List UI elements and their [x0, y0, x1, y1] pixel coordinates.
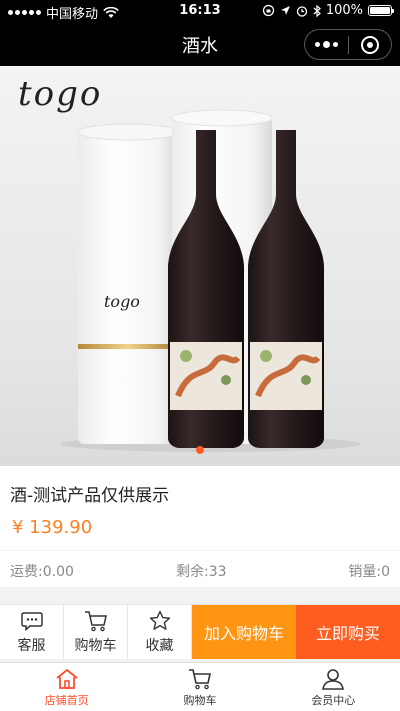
- product-info: 酒-测试产品仅供展示 ¥ 139.90: [0, 466, 400, 550]
- add-to-cart-button[interactable]: 加入购物车: [192, 605, 296, 659]
- tab-cart-label: 购物车: [183, 694, 217, 707]
- home-icon: [55, 666, 79, 692]
- favorite-button[interactable]: 收藏: [128, 605, 192, 659]
- location-icon: [280, 6, 290, 15]
- product-stats: 运费:0.00 剩余:33 销量:0: [0, 551, 400, 587]
- favorite-label: 收藏: [145, 637, 174, 654]
- star-icon: [149, 610, 171, 632]
- carousel-indicator: [0, 446, 400, 454]
- product-price: ¥ 139.90: [12, 517, 93, 538]
- tab-store-home-label: 店铺首页: [44, 694, 89, 707]
- tab-cart[interactable]: 购物车: [133, 663, 266, 711]
- cart-shortcut-button[interactable]: 购物车: [64, 605, 128, 659]
- chat-icon: [20, 610, 43, 632]
- mini-program-capsule: [304, 29, 392, 60]
- tab-store-home[interactable]: 店铺首页: [0, 663, 133, 711]
- product-photo: [60, 109, 360, 452]
- nav-bar: 酒水: [0, 22, 400, 66]
- status-right: 100%: [262, 3, 394, 18]
- sales-count: 销量:0: [348, 564, 390, 580]
- product-title: 酒-测试产品仅供展示: [10, 486, 170, 506]
- stock-remaining: 剩余:33: [176, 564, 227, 580]
- close-mini-program-button[interactable]: [348, 35, 391, 54]
- cart-icon: [84, 610, 108, 632]
- bluetooth-icon: [313, 4, 321, 17]
- purchase-action-bar: 客服 购物车 收藏 加入购物车 立即购买: [0, 604, 400, 659]
- battery-icon: [368, 5, 394, 16]
- cart-shortcut-label: 购物车: [74, 637, 117, 654]
- rotation-lock-icon: [262, 4, 274, 17]
- buy-now-button[interactable]: 立即购买: [296, 605, 400, 659]
- battery-percent: 100%: [325, 3, 363, 18]
- user-icon: [321, 666, 345, 692]
- tab-member-center[interactable]: 会员中心: [267, 663, 400, 711]
- alarm-icon: [296, 5, 307, 17]
- cart-icon: [188, 666, 212, 692]
- carousel-dot-active: [196, 446, 204, 454]
- status-bar: 中国移动 16:13 100%: [0, 0, 400, 22]
- customer-service-button[interactable]: 客服: [0, 605, 64, 659]
- product-image-carousel[interactable]: togo togo: [0, 66, 400, 466]
- target-icon: [360, 35, 379, 54]
- shipping-fee: 运费:0.00: [10, 564, 74, 580]
- bottom-tab-bar: 店铺首页 购物车 会员中心: [0, 662, 400, 711]
- customer-service-label: 客服: [17, 637, 46, 654]
- more-menu-button[interactable]: [305, 41, 348, 48]
- tube-logo: togo: [104, 292, 140, 311]
- tab-member-center-label: 会员中心: [311, 694, 356, 707]
